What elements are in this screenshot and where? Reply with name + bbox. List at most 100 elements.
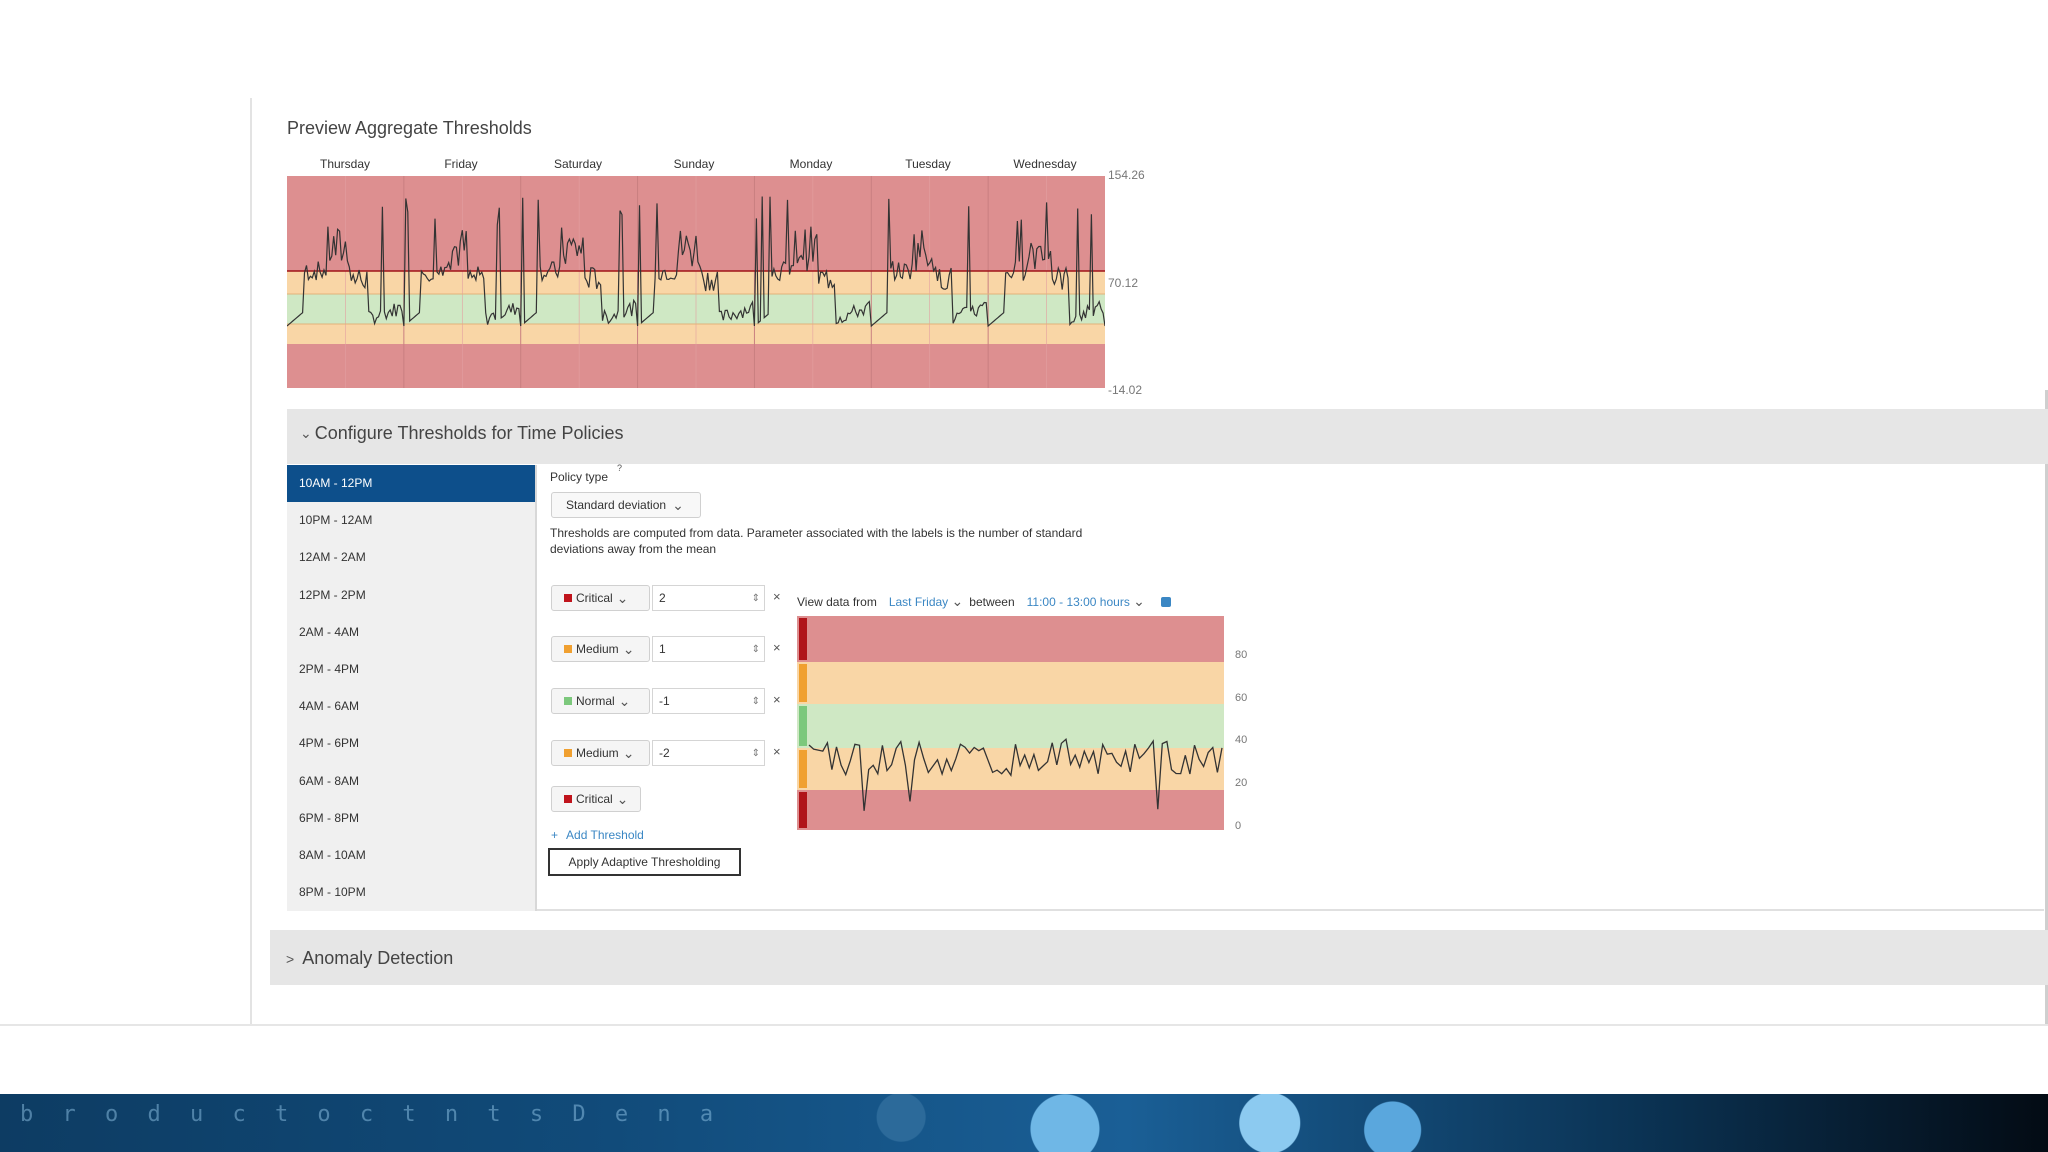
hours-dropdown[interactable]: 11:00 - 13:00 hours ⌄ — [1027, 593, 1145, 610]
detail-axis-label: 80 — [1235, 649, 1247, 661]
chevron-down-icon: ⌄ — [622, 640, 635, 657]
spinner-icon[interactable]: ⇕ — [752, 748, 760, 759]
detail-threshold-chart: 80 60 40 20 0 — [797, 616, 1247, 832]
time-policy-item[interactable]: 2PM - 4PM — [287, 651, 535, 688]
severity-bar-medium-top — [799, 664, 807, 702]
time-policy-item[interactable]: 8PM - 10PM — [287, 874, 535, 911]
detail-band-normal — [797, 704, 1224, 748]
policy-help-text: Thresholds are computed from data. Param… — [550, 526, 1083, 556]
help-icon[interactable]: ? — [617, 463, 622, 473]
day-label-sunday: Sunday — [673, 157, 715, 171]
time-policy-item[interactable]: 4PM - 6PM — [287, 725, 535, 762]
day-label-monday: Monday — [789, 157, 833, 171]
severity-label: Medium — [576, 746, 619, 760]
time-policy-item[interactable]: 12PM - 2PM — [287, 577, 535, 614]
time-policy-list: 10AM - 12PM 10PM - 12AM 12AM - 2AM 12PM … — [287, 465, 537, 911]
severity-swatch — [564, 795, 572, 803]
hours-value: 11:00 - 13:00 hours — [1026, 595, 1130, 609]
severity-label: Normal — [576, 694, 615, 708]
preview-axis-max: 154.26 — [1108, 168, 1145, 182]
detail-axis-label: 60 — [1235, 692, 1247, 704]
close-icon[interactable]: × — [773, 640, 781, 655]
preview-axis-min: -14.02 — [1108, 383, 1143, 397]
detail-band-critical-bottom — [797, 790, 1224, 830]
severity-bar-critical-bottom — [799, 792, 807, 828]
time-policy-item[interactable]: 8AM - 10AM — [287, 837, 535, 874]
chevron-right-icon: > — [286, 950, 295, 967]
policy-type-select[interactable]: Standard deviation ⌄ — [551, 492, 701, 518]
severity-select[interactable]: Normal ⌄ — [551, 688, 650, 714]
chevron-down-icon: ⌄ — [618, 692, 631, 709]
detail-axis-label: 40 — [1235, 734, 1247, 746]
threshold-value-input[interactable]: -1 ⇕ — [652, 688, 765, 714]
time-policy-item[interactable]: 10AM - 12PM — [287, 465, 535, 503]
severity-swatch — [564, 697, 572, 705]
time-policy-item[interactable]: 2AM - 4AM — [287, 614, 535, 651]
time-policy-item[interactable]: 10PM - 12AM — [287, 502, 535, 539]
anomaly-section-label: Anomaly Detection — [302, 948, 454, 968]
time-policy-item[interactable]: 12AM - 2AM — [287, 539, 535, 576]
severity-bar-normal — [799, 706, 807, 746]
detail-axis-label: 20 — [1235, 777, 1247, 789]
page-bottom-divider — [0, 1024, 2048, 1026]
add-threshold-link[interactable]: + Add Threshold — [551, 828, 644, 842]
severity-select[interactable]: Medium ⌄ — [551, 636, 650, 662]
chevron-down-icon: ⌄ — [300, 425, 312, 441]
detail-band-medium-top — [797, 662, 1224, 704]
add-threshold-label: Add Threshold — [566, 828, 644, 842]
policy-type-value: Standard deviation — [566, 498, 667, 512]
date-range-value: Last Friday — [888, 595, 949, 609]
chevron-down-icon: ⌄ — [672, 496, 684, 513]
configure-section-label: Configure Thresholds for Time Policies — [314, 423, 624, 443]
time-policy-item[interactable]: 6PM - 8PM — [287, 800, 535, 837]
day-label-friday: Friday — [444, 157, 478, 171]
spinner-icon[interactable]: ⇕ — [752, 644, 760, 655]
severity-bar-medium-bottom — [799, 750, 807, 788]
day-label-saturday: Saturday — [553, 157, 603, 171]
preview-axis-mid: 70.12 — [1108, 276, 1139, 290]
threshold-value-input[interactable]: 1 ⇕ — [652, 636, 765, 662]
close-icon[interactable]: × — [773, 744, 781, 759]
severity-swatch — [564, 749, 572, 757]
date-range-dropdown[interactable]: Last Friday ⌄ — [889, 593, 963, 610]
threshold-value: 1 — [659, 642, 666, 656]
page-left-divider — [250, 98, 252, 1026]
detail-axis-label: 0 — [1235, 820, 1241, 832]
threshold-value: -1 — [659, 694, 670, 708]
settings-icon[interactable] — [1160, 596, 1171, 607]
anomaly-section-title[interactable]: > Anomaly Detection — [286, 948, 453, 969]
time-policy-item[interactable]: 4AM - 6AM — [287, 688, 535, 725]
day-label-wednesday: Wednesday — [1013, 157, 1077, 171]
spinner-icon[interactable]: ⇕ — [752, 593, 760, 604]
severity-select[interactable]: Medium ⌄ — [551, 740, 650, 766]
time-policy-item[interactable]: 6AM - 8AM — [287, 763, 535, 800]
day-label-thursday: Thursday — [319, 157, 371, 171]
banner-background-text: b r o d u c t o c t n t s D e n a — [20, 1102, 722, 1127]
spinner-icon[interactable]: ⇕ — [752, 696, 760, 707]
threshold-value: 2 — [659, 591, 666, 605]
close-icon[interactable]: × — [773, 589, 781, 604]
severity-bar-critical-top — [799, 618, 807, 660]
decorative-banner-image: b r o d u c t o c t n t s D e n a — [0, 1094, 2048, 1152]
preview-threshold-chart — [287, 176, 1105, 388]
day-label-tuesday: Tuesday — [905, 157, 951, 171]
severity-swatch — [564, 645, 572, 653]
severity-select[interactable]: Critical ⌄ — [551, 786, 641, 812]
anomaly-section-header[interactable] — [270, 930, 2048, 985]
between-label: between — [969, 594, 1015, 609]
chevron-down-icon: ⌄ — [951, 593, 964, 609]
severity-select[interactable]: Critical ⌄ — [551, 585, 650, 611]
preview-title: Preview Aggregate Thresholds — [287, 118, 532, 138]
threshold-value-input[interactable]: -2 ⇕ — [652, 740, 765, 766]
close-icon[interactable]: × — [773, 692, 781, 707]
configure-section-title[interactable]: ⌄ Configure Thresholds for Time Policies — [300, 423, 624, 444]
chevron-down-icon: ⌄ — [616, 589, 629, 606]
policy-type-label: Policy type — [550, 470, 609, 484]
apply-adaptive-thresholding-button[interactable]: Apply Adaptive Thresholding — [548, 848, 741, 876]
severity-label: Critical — [576, 792, 613, 806]
detail-band-critical-top — [797, 616, 1224, 662]
threshold-value-input[interactable]: 2 ⇕ — [652, 585, 765, 611]
chevron-down-icon: ⌄ — [616, 790, 629, 807]
severity-swatch — [564, 594, 572, 602]
chevron-down-icon: ⌄ — [622, 744, 635, 761]
